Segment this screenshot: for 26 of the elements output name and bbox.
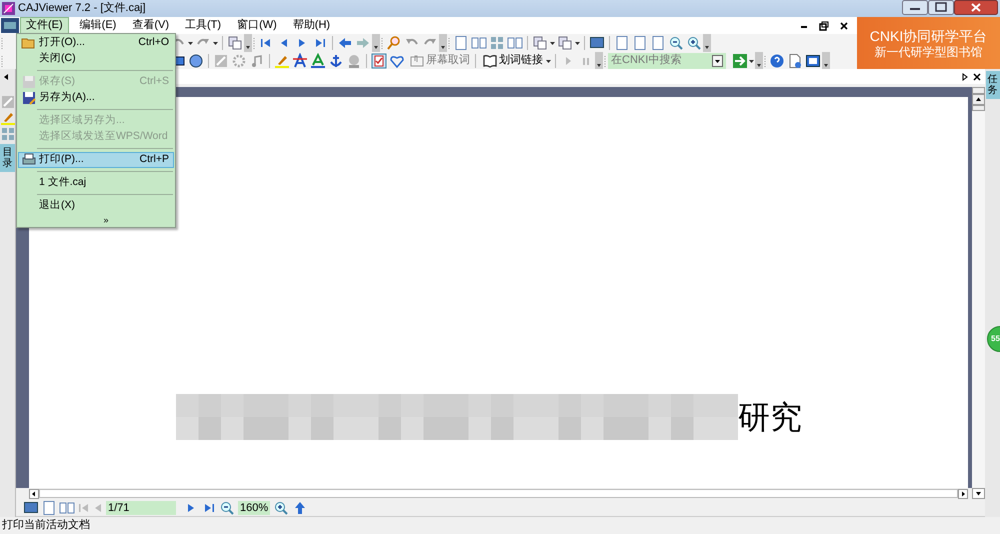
- menu-item: 保存(S) Ctrl+S: [18, 74, 174, 90]
- menu-item[interactable]: 帮助(H): [288, 17, 336, 34]
- menu-item[interactable]: 退出(X): [18, 198, 174, 214]
- menu-item[interactable]: 编辑(E): [74, 17, 122, 34]
- zoom-field[interactable]: 160%: [238, 500, 270, 514]
- menu-item[interactable]: 另存为(A)...: [18, 90, 174, 106]
- menu-item[interactable]: 1 文件.caj: [18, 175, 174, 191]
- menu-item: 选择区域另存为...: [38, 113, 126, 128]
- menu-item[interactable]: 文件(E): [20, 17, 69, 34]
- menu-item[interactable]: 关闭(C): [18, 51, 174, 67]
- side-tab[interactable]: 任务: [986, 71, 1000, 99]
- document-text: 研究: [738, 401, 802, 433]
- banner-subtitle: 新一代研学型图书馆: [874, 46, 982, 58]
- menu-item[interactable]: 打印(P)... Ctrl+P: [18, 152, 174, 168]
- expand-menu-button[interactable]: »: [101, 214, 110, 226]
- link-button[interactable]: 划词链接: [479, 52, 545, 69]
- menu-item: 选择区域发送至WPS/Word: [38, 129, 169, 144]
- menu-item[interactable]: 工具(T): [180, 17, 226, 34]
- menu-item[interactable]: 窗口(W): [232, 17, 282, 34]
- side-tab[interactable]: 目录: [0, 144, 15, 172]
- page-number-field[interactable]: 1/71: [106, 500, 176, 514]
- screen-word-button[interactable]: 屏幕取词: [406, 52, 472, 69]
- banner-title: CNKI协同研学平台: [870, 28, 988, 42]
- menu-item[interactable]: 打开(O)... Ctrl+O: [18, 35, 174, 51]
- menu-item[interactable]: 查看(V): [127, 17, 174, 34]
- window-title: CAJViewer 7.2 - [文件.caj]: [18, 0, 146, 16]
